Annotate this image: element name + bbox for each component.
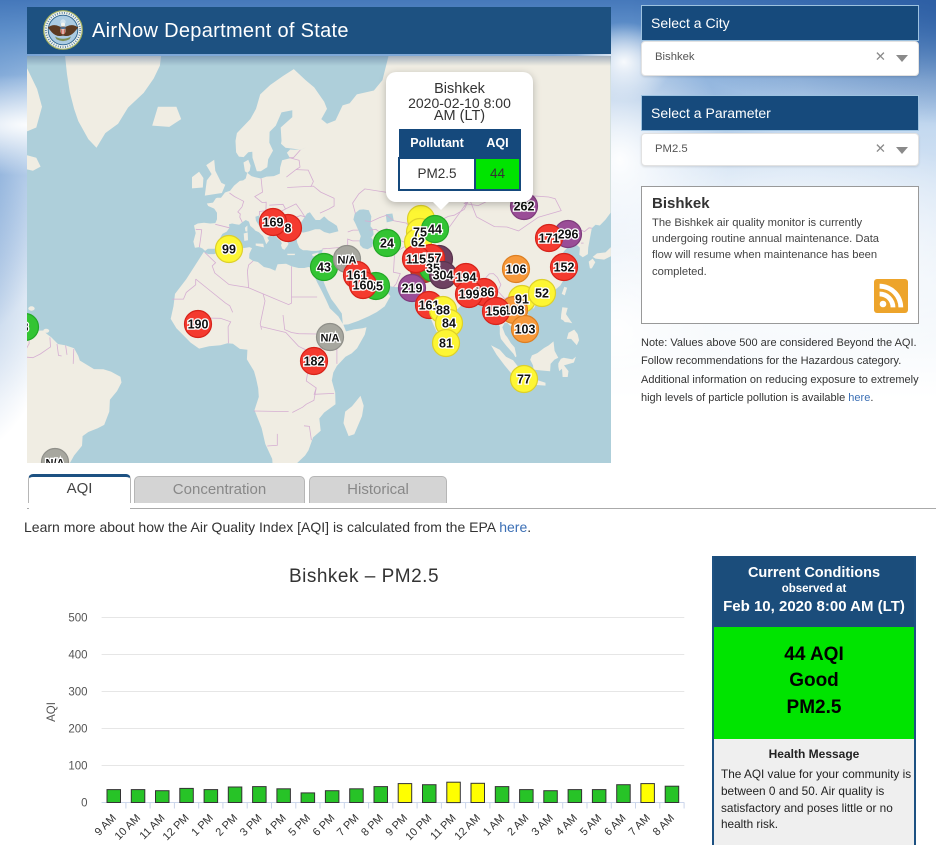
svg-text:24: 24 — [380, 237, 394, 251]
svg-text:AQI: AQI — [46, 702, 58, 722]
svg-text:52: 52 — [535, 287, 549, 301]
svg-text:6 AM: 6 AM — [602, 812, 628, 838]
svg-text:300: 300 — [68, 687, 87, 699]
svg-text:171: 171 — [539, 232, 560, 246]
svg-text:44: 44 — [428, 223, 442, 237]
svg-text:400: 400 — [68, 650, 87, 662]
svg-text:169: 169 — [263, 216, 284, 230]
svg-text:N/A: N/A — [338, 255, 357, 267]
svg-text:200: 200 — [68, 724, 87, 736]
svg-text:81: 81 — [439, 337, 453, 351]
svg-text:500: 500 — [68, 613, 87, 625]
svg-text:7 AM: 7 AM — [627, 812, 653, 838]
svg-text:62: 62 — [411, 236, 425, 250]
svg-text:4 AM: 4 AM — [554, 812, 580, 838]
svg-text:100: 100 — [68, 761, 87, 773]
svg-text:88: 88 — [436, 304, 450, 318]
svg-text:8: 8 — [27, 321, 29, 335]
svg-text:8 AM: 8 AM — [651, 812, 677, 838]
svg-text:12 PM: 12 PM — [161, 812, 192, 843]
svg-text:8: 8 — [285, 222, 292, 236]
svg-text:219: 219 — [402, 282, 423, 296]
svg-text:11 PM: 11 PM — [428, 812, 458, 842]
svg-text:2 AM: 2 AM — [505, 812, 531, 838]
svg-text:N/A: N/A — [46, 458, 65, 464]
svg-text:3 PM: 3 PM — [238, 812, 265, 839]
svg-text:6 PM: 6 PM — [311, 812, 338, 839]
svg-text:0: 0 — [81, 798, 87, 810]
svg-text:194: 194 — [456, 271, 477, 285]
svg-text:99: 99 — [222, 243, 236, 257]
svg-text:4 PM: 4 PM — [262, 812, 289, 839]
svg-text:304: 304 — [433, 269, 454, 283]
svg-text:Bishkek – PM2.5: Bishkek – PM2.5 — [289, 566, 439, 587]
svg-text:296: 296 — [558, 228, 579, 242]
svg-text:190: 190 — [188, 318, 209, 332]
svg-text:8 PM: 8 PM — [359, 812, 386, 839]
svg-text:84: 84 — [442, 317, 456, 331]
svg-text:2 PM: 2 PM — [214, 812, 241, 839]
svg-text:156: 156 — [486, 305, 507, 319]
svg-text:199: 199 — [459, 288, 480, 302]
svg-text:108: 108 — [504, 304, 525, 318]
svg-text:5 PM: 5 PM — [286, 812, 313, 839]
svg-text:3 AM: 3 AM — [530, 812, 556, 838]
svg-text:10 PM: 10 PM — [403, 812, 434, 843]
svg-text:43: 43 — [317, 261, 331, 275]
svg-text:12 AM: 12 AM — [452, 812, 483, 843]
svg-text:10 AM: 10 AM — [113, 812, 144, 843]
svg-text:152: 152 — [554, 261, 575, 275]
svg-text:160: 160 — [353, 279, 374, 293]
svg-text:103: 103 — [515, 323, 536, 337]
svg-text:1 PM: 1 PM — [189, 812, 216, 839]
svg-text:106: 106 — [506, 263, 527, 277]
svg-text:N/A: N/A — [321, 333, 340, 345]
svg-text:115: 115 — [406, 253, 426, 267]
svg-text:1 AM: 1 AM — [481, 812, 507, 838]
svg-text:77: 77 — [517, 373, 531, 387]
svg-text:7 PM: 7 PM — [335, 812, 362, 839]
svg-text:5 AM: 5 AM — [578, 812, 604, 838]
svg-text:182: 182 — [304, 355, 325, 369]
